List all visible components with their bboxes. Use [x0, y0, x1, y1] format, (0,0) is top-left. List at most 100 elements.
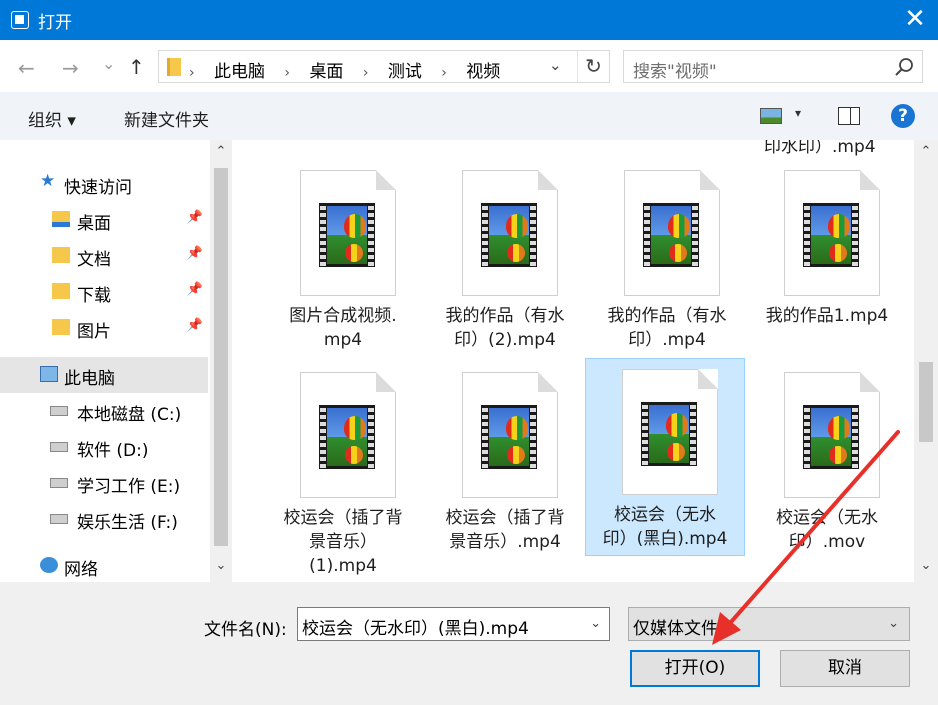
file-list-scrollbar[interactable]: ⌃ ⌄	[914, 140, 938, 582]
file-name: 校运会（插了背 景音乐）.mp4	[445, 508, 565, 552]
star-icon: ★	[40, 171, 56, 191]
sidebar-item-desktop[interactable]: 桌面 📌	[0, 202, 208, 238]
sidebar-item-this-pc[interactable]: 此电脑	[0, 357, 208, 393]
search-placeholder: 搜索"视频"	[633, 62, 717, 82]
folder-icon	[167, 58, 181, 76]
search-input[interactable]: 搜索"视频"	[623, 50, 923, 83]
chevron-down-icon[interactable]: ⌄	[888, 616, 899, 631]
navigation-pane: ★ 快速访问 桌面 📌 文档 📌 下载 📌 图片 📌 此电脑 本地磁盘 (C:)…	[0, 140, 210, 582]
computer-icon	[40, 366, 58, 382]
sidebar-item-label: 此电脑	[64, 369, 115, 389]
breadcrumb: › 此电脑 › 桌面 › 测试 › 视频	[189, 57, 514, 82]
drive-icon	[50, 406, 68, 416]
chevron-right-icon[interactable]: ›	[363, 65, 369, 81]
clipped-file-name: 印水印）.mp4	[764, 140, 876, 157]
scroll-up-icon[interactable]: ⌃	[914, 144, 938, 159]
sidebar-item-label: 桌面	[77, 214, 111, 234]
new-folder-button[interactable]: 新建文件夹	[124, 106, 209, 131]
sidebar-item-drive-c[interactable]: 本地磁盘 (C:)	[0, 393, 208, 429]
breadcrumb-videos[interactable]: 视频	[466, 62, 500, 82]
filename-value[interactable]: 校运会（无水印）(黑白).mp4	[302, 614, 529, 639]
refresh-button[interactable]: ↻	[577, 51, 609, 82]
organize-menu[interactable]: 组织 ▾	[28, 106, 76, 131]
window-title: 打开	[38, 13, 72, 33]
sidebar-item-downloads[interactable]: 下载 📌	[0, 274, 208, 310]
network-icon	[40, 557, 58, 573]
view-options-dropdown[interactable]: ▾	[795, 106, 801, 120]
breadcrumb-this-pc[interactable]: 此电脑	[214, 62, 265, 82]
sidebar-item-drive-f[interactable]: 娱乐生活 (F:)	[0, 501, 208, 537]
sidebar-item-label: 网络	[64, 560, 98, 580]
sidebar-item-drive-d[interactable]: 软件 (D:)	[0, 429, 208, 465]
video-file-icon	[462, 372, 558, 498]
scroll-up-icon[interactable]: ⌃	[210, 144, 232, 159]
drive-icon	[50, 442, 68, 452]
preview-pane-icon[interactable]	[838, 107, 860, 125]
scrollbar-thumb[interactable]	[919, 362, 933, 442]
filename-field[interactable]: 校运会（无水印）(黑白).mp4 ⌄	[297, 607, 610, 641]
change-view-icon[interactable]	[760, 108, 782, 124]
file-name: 我的作品（有水 印）(2).mp4	[445, 306, 565, 350]
back-button[interactable]: ←	[18, 56, 35, 80]
sidebar-item-label: 图片	[77, 322, 111, 342]
file-tile-selected[interactable]: 校运会（无水 印）(黑白).mp4	[585, 358, 745, 556]
file-type-filter[interactable]: 仅媒体文件 ⌄	[628, 607, 910, 641]
pin-icon[interactable]: 📌	[187, 246, 203, 261]
close-button[interactable]: ✕	[892, 0, 938, 40]
drive-icon	[50, 514, 68, 524]
documents-folder-icon	[52, 247, 70, 263]
cancel-button[interactable]: 取消	[780, 650, 910, 687]
file-tile[interactable]: 我的作品（有水 印）.mp4	[588, 160, 748, 358]
sidebar-item-label: 学习工作 (E:)	[77, 477, 181, 497]
file-tile[interactable]: 我的作品（有水 印）(2).mp4	[426, 160, 586, 358]
scroll-down-icon[interactable]: ⌄	[914, 558, 938, 573]
chevron-right-icon[interactable]: ›	[284, 65, 290, 81]
drive-icon	[50, 478, 68, 488]
app-icon	[11, 11, 29, 29]
file-tile[interactable]: 校运会（无水 印）.mov	[748, 362, 908, 560]
up-button[interactable]: ↑	[128, 55, 145, 79]
filename-label: 文件名(N):	[204, 620, 287, 640]
scroll-down-icon[interactable]: ⌄	[210, 558, 232, 573]
sidebar-item-documents[interactable]: 文档 📌	[0, 238, 208, 274]
chevron-down-icon[interactable]: ⌄	[590, 616, 601, 631]
scrollbar-thumb[interactable]	[214, 168, 228, 546]
file-list: 印水印）.mp4 图片合成视频. mp4 我的作品（有水 印）(2).mp4 我的作…	[234, 140, 914, 582]
search-icon	[895, 58, 913, 76]
downloads-folder-icon	[52, 283, 70, 299]
sidebar-item-label: 本地磁盘 (C:)	[77, 405, 182, 425]
file-tile[interactable]: 校运会（插了背 景音乐）.mp4	[426, 362, 586, 560]
filter-value: 仅媒体文件	[633, 619, 718, 639]
video-file-icon	[462, 170, 558, 296]
file-tile[interactable]: 图片合成视频. mp4	[264, 160, 424, 358]
sidebar-scrollbar[interactable]: ⌃ ⌄	[210, 140, 232, 582]
file-name: 校运会（插了背 景音乐） (1).mp4	[283, 508, 403, 576]
help-button[interactable]: ?	[891, 104, 915, 128]
sidebar-item-pictures[interactable]: 图片 📌	[0, 310, 208, 346]
sidebar-item-network[interactable]: 网络	[0, 548, 208, 584]
breadcrumb-desktop[interactable]: 桌面	[309, 62, 343, 82]
recent-locations-dropdown[interactable]: ⌄	[102, 52, 115, 76]
pictures-folder-icon	[52, 319, 70, 335]
video-file-icon	[300, 170, 396, 296]
sidebar-item-drive-e[interactable]: 学习工作 (E:)	[0, 465, 208, 501]
breadcrumb-test[interactable]: 测试	[388, 62, 422, 82]
sidebar-item-label: 下载	[77, 286, 111, 306]
pin-icon[interactable]: 📌	[187, 282, 203, 297]
sidebar-item-label: 快速访问	[64, 178, 132, 198]
forward-button[interactable]: →	[62, 56, 79, 80]
file-name: 我的作品1.mp4	[765, 306, 889, 326]
file-name: 图片合成视频. mp4	[289, 306, 397, 350]
address-bar[interactable]: › 此电脑 › 桌面 › 测试 › 视频 ⌄ ↻	[158, 50, 610, 83]
sidebar-item-quick-access[interactable]: ★ 快速访问	[0, 166, 208, 202]
chevron-right-icon[interactable]: ›	[441, 65, 447, 81]
file-tile[interactable]: 我的作品1.mp4	[748, 160, 908, 358]
video-file-icon	[622, 369, 718, 495]
file-tile[interactable]: 校运会（插了背 景音乐） (1).mp4	[264, 362, 424, 576]
pin-icon[interactable]: 📌	[187, 210, 203, 225]
video-file-icon	[784, 372, 880, 498]
address-dropdown-icon[interactable]: ⌄	[549, 56, 569, 74]
file-name: 校运会（无水 印）.mov	[776, 508, 878, 552]
pin-icon[interactable]: 📌	[187, 318, 203, 333]
open-button[interactable]: 打开(O)	[630, 650, 760, 687]
